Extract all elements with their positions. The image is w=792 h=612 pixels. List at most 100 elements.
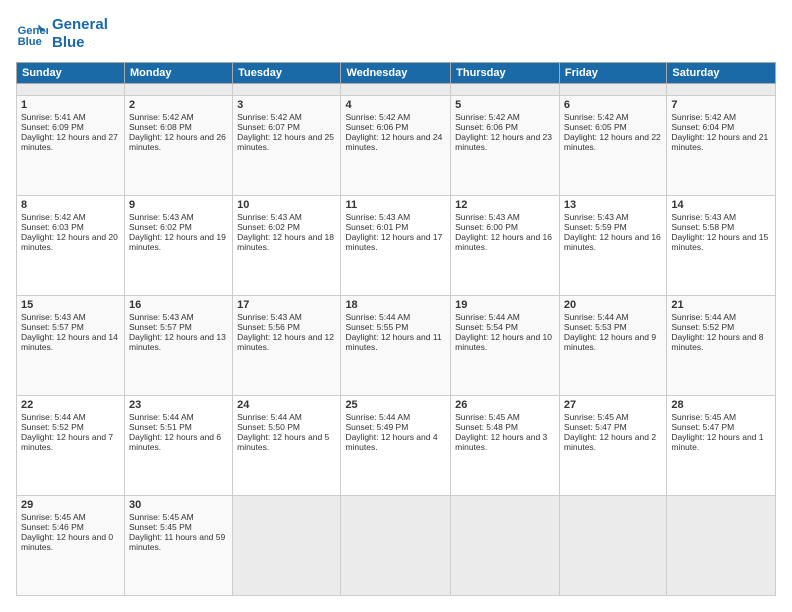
day-number: 23: [129, 399, 228, 411]
sunrise: Sunrise: 5:44 AM: [345, 312, 410, 322]
day-number: 17: [237, 299, 336, 311]
day-number: 21: [671, 299, 771, 311]
sunrise: Sunrise: 5:44 AM: [129, 412, 194, 422]
col-header-thursday: Thursday: [451, 63, 560, 84]
daylight-label: Daylight: 12 hours and 8 minutes.: [671, 332, 763, 352]
calendar-cell: [667, 84, 776, 96]
day-number: 5: [455, 99, 555, 111]
daylight-label: Daylight: 12 hours and 19 minutes.: [129, 232, 226, 252]
sunset: Sunset: 5:48 PM: [455, 422, 518, 432]
day-number: 7: [671, 99, 771, 111]
sunset: Sunset: 6:06 PM: [455, 122, 518, 132]
daylight-label: Daylight: 12 hours and 12 minutes.: [237, 332, 334, 352]
daylight-label: Daylight: 12 hours and 15 minutes.: [671, 232, 768, 252]
sunrise: Sunrise: 5:43 AM: [455, 212, 520, 222]
sunset: Sunset: 5:51 PM: [129, 422, 192, 432]
sunrise: Sunrise: 5:45 AM: [455, 412, 520, 422]
calendar-cell: 19Sunrise: 5:44 AMSunset: 5:54 PMDayligh…: [451, 295, 560, 395]
week-row-4: 22Sunrise: 5:44 AMSunset: 5:52 PMDayligh…: [17, 395, 776, 495]
calendar-cell: 13Sunrise: 5:43 AMSunset: 5:59 PMDayligh…: [559, 195, 666, 295]
sunset: Sunset: 5:57 PM: [21, 322, 84, 332]
daylight-label: Daylight: 12 hours and 1 minute.: [671, 432, 763, 452]
sunset: Sunset: 5:45 PM: [129, 522, 192, 532]
sunrise: Sunrise: 5:42 AM: [237, 112, 302, 122]
sunrise: Sunrise: 5:43 AM: [129, 312, 194, 322]
daylight-label: Daylight: 12 hours and 2 minutes.: [564, 432, 656, 452]
calendar-cell: 30Sunrise: 5:45 AMSunset: 5:45 PMDayligh…: [124, 495, 232, 595]
day-number: 13: [564, 199, 662, 211]
calendar-cell: 28Sunrise: 5:45 AMSunset: 5:47 PMDayligh…: [667, 395, 776, 495]
sunrise: Sunrise: 5:43 AM: [237, 312, 302, 322]
calendar-cell: 18Sunrise: 5:44 AMSunset: 5:55 PMDayligh…: [341, 295, 451, 395]
sunset: Sunset: 5:58 PM: [671, 222, 734, 232]
day-number: 10: [237, 199, 336, 211]
day-number: 27: [564, 399, 662, 411]
sunrise: Sunrise: 5:43 AM: [564, 212, 629, 222]
calendar-header-row: SundayMondayTuesdayWednesdayThursdayFrid…: [17, 63, 776, 84]
sunrise: Sunrise: 5:44 AM: [671, 312, 736, 322]
calendar-cell: 14Sunrise: 5:43 AMSunset: 5:58 PMDayligh…: [667, 195, 776, 295]
sunrise: Sunrise: 5:43 AM: [345, 212, 410, 222]
sunset: Sunset: 6:03 PM: [21, 222, 84, 232]
daylight-label: Daylight: 12 hours and 9 minutes.: [564, 332, 656, 352]
day-number: 8: [21, 199, 120, 211]
calendar-cell: 12Sunrise: 5:43 AMSunset: 6:00 PMDayligh…: [451, 195, 560, 295]
sunrise: Sunrise: 5:45 AM: [564, 412, 629, 422]
day-number: 4: [345, 99, 446, 111]
sunrise: Sunrise: 5:42 AM: [564, 112, 629, 122]
calendar-cell: [233, 495, 341, 595]
col-header-sunday: Sunday: [17, 63, 125, 84]
sunset: Sunset: 5:47 PM: [671, 422, 734, 432]
sunset: Sunset: 5:52 PM: [671, 322, 734, 332]
week-row-2: 8Sunrise: 5:42 AMSunset: 6:03 PMDaylight…: [17, 195, 776, 295]
logo: General Blue General Blue: [16, 16, 108, 52]
calendar-cell: [559, 84, 666, 96]
svg-text:Blue: Blue: [18, 36, 42, 48]
calendar-cell: 15Sunrise: 5:43 AMSunset: 5:57 PMDayligh…: [17, 295, 125, 395]
logo-blue: Blue: [52, 34, 108, 52]
day-number: 29: [21, 499, 120, 511]
daylight-label: Daylight: 12 hours and 21 minutes.: [671, 132, 768, 152]
daylight-label: Daylight: 12 hours and 3 minutes.: [455, 432, 547, 452]
calendar-cell: 20Sunrise: 5:44 AMSunset: 5:53 PMDayligh…: [559, 295, 666, 395]
header: General Blue General Blue: [16, 16, 776, 52]
daylight-label: Daylight: 12 hours and 17 minutes.: [345, 232, 442, 252]
calendar-cell: 25Sunrise: 5:44 AMSunset: 5:49 PMDayligh…: [341, 395, 451, 495]
day-number: 28: [671, 399, 771, 411]
sunrise: Sunrise: 5:44 AM: [237, 412, 302, 422]
sunset: Sunset: 6:02 PM: [237, 222, 300, 232]
col-header-tuesday: Tuesday: [233, 63, 341, 84]
day-number: 1: [21, 99, 120, 111]
daylight-label: Daylight: 12 hours and 10 minutes.: [455, 332, 552, 352]
calendar-cell: [451, 84, 560, 96]
day-number: 2: [129, 99, 228, 111]
sunset: Sunset: 5:57 PM: [129, 322, 192, 332]
daylight-label: Daylight: 12 hours and 24 minutes.: [345, 132, 442, 152]
sunset: Sunset: 5:54 PM: [455, 322, 518, 332]
calendar-cell: 29Sunrise: 5:45 AMSunset: 5:46 PMDayligh…: [17, 495, 125, 595]
day-number: 22: [21, 399, 120, 411]
day-number: 12: [455, 199, 555, 211]
calendar-cell: 11Sunrise: 5:43 AMSunset: 6:01 PMDayligh…: [341, 195, 451, 295]
sunset: Sunset: 5:49 PM: [345, 422, 408, 432]
sunrise: Sunrise: 5:45 AM: [21, 512, 86, 522]
sunrise: Sunrise: 5:41 AM: [21, 112, 86, 122]
daylight-label: Daylight: 12 hours and 18 minutes.: [237, 232, 334, 252]
day-number: 16: [129, 299, 228, 311]
daylight-label: Daylight: 12 hours and 7 minutes.: [21, 432, 113, 452]
week-row-5: 29Sunrise: 5:45 AMSunset: 5:46 PMDayligh…: [17, 495, 776, 595]
week-row-0: [17, 84, 776, 96]
sunrise: Sunrise: 5:43 AM: [21, 312, 86, 322]
daylight-label: Daylight: 12 hours and 22 minutes.: [564, 132, 661, 152]
calendar-cell: 21Sunrise: 5:44 AMSunset: 5:52 PMDayligh…: [667, 295, 776, 395]
logo-general: General: [52, 16, 108, 34]
sunset: Sunset: 5:55 PM: [345, 322, 408, 332]
sunset: Sunset: 5:59 PM: [564, 222, 627, 232]
day-number: 3: [237, 99, 336, 111]
daylight-label: Daylight: 12 hours and 20 minutes.: [21, 232, 118, 252]
calendar-cell: [17, 84, 125, 96]
calendar-cell: 22Sunrise: 5:44 AMSunset: 5:52 PMDayligh…: [17, 395, 125, 495]
day-number: 14: [671, 199, 771, 211]
calendar-cell: 27Sunrise: 5:45 AMSunset: 5:47 PMDayligh…: [559, 395, 666, 495]
calendar-cell: [341, 495, 451, 595]
